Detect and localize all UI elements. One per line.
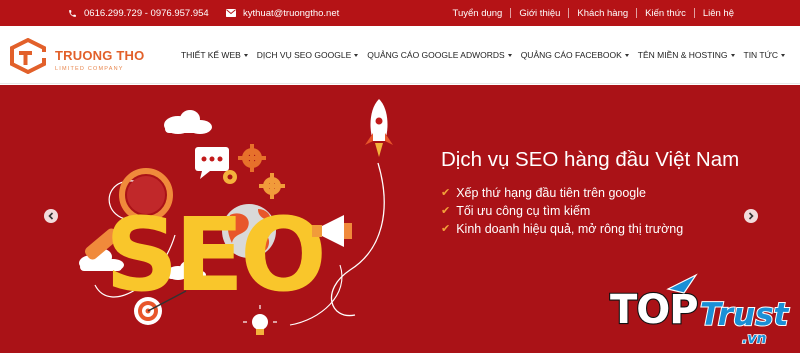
slider-next-button[interactable] bbox=[744, 209, 758, 223]
logo-mark-icon bbox=[10, 38, 46, 74]
top-link-contact[interactable]: Liên hệ bbox=[703, 8, 734, 19]
brand-logo[interactable]: TRUONG THO LIMITED COMPANY bbox=[8, 38, 144, 74]
feature-text: Tối ưu công cụ tìm kiếm bbox=[456, 204, 591, 218]
divider bbox=[693, 8, 695, 18]
feature-text: Xếp thứ hạng đầu tiên trên google bbox=[456, 186, 646, 200]
brand-name: TRUONG THO bbox=[55, 48, 145, 63]
email-text: kythuat@truongtho.net bbox=[243, 7, 340, 19]
caret-down-icon bbox=[624, 53, 629, 57]
main-navbar: TRUONG THO LIMITED COMPANY THIẾT KẾ WEB … bbox=[0, 26, 800, 84]
menu-news[interactable]: TIN TỨC bbox=[743, 50, 785, 60]
envelope-icon bbox=[226, 9, 236, 17]
menu-domain-hosting[interactable]: TÊN MIỀN & HOSTING bbox=[638, 50, 735, 60]
cloud-icon bbox=[164, 110, 212, 134]
menu-label: TÊN MIỀN & HOSTING bbox=[637, 50, 728, 60]
menu-facebook-ads[interactable]: QUẢNG CÁO FACEBOOK bbox=[521, 50, 629, 60]
brand-tagline: LIMITED COMPANY bbox=[55, 66, 124, 72]
top-link-about[interactable]: Giới thiệu bbox=[519, 8, 560, 19]
list-item: ✔ Kinh doanh hiệu quả, mở rông thị trườn… bbox=[441, 220, 683, 238]
menu-label: TIN TỨC bbox=[743, 50, 779, 60]
caret-down-icon bbox=[730, 53, 735, 57]
slider-prev-button[interactable] bbox=[44, 209, 58, 223]
chevron-right-icon bbox=[748, 212, 754, 220]
watermark-top: TOP bbox=[610, 287, 698, 333]
seo-illustration: SEO bbox=[79, 99, 393, 335]
menu-adwords[interactable]: QUẢNG CÁO GOOGLE ADWORDS bbox=[367, 50, 512, 60]
watermark-trust: Trust bbox=[700, 297, 790, 333]
top-link-recruitment[interactable]: Tuyển dụng bbox=[453, 8, 503, 19]
menu-label: DỊCH VỤ SEO GOOGLE bbox=[256, 50, 352, 60]
gear-icon bbox=[223, 170, 237, 184]
hero-feature-list: ✔ Xếp thứ hạng đầu tiên trên google ✔ Tố… bbox=[441, 184, 683, 238]
top-link-customers[interactable]: Khách hàng bbox=[577, 8, 628, 19]
main-menu: THIẾT KẾ WEB DỊCH VỤ SEO GOOGLE QUẢNG CÁ… bbox=[172, 26, 785, 84]
email-contact[interactable]: kythuat@truongtho.net bbox=[226, 0, 339, 26]
check-icon: ✔ bbox=[441, 205, 451, 217]
rocket-icon bbox=[365, 99, 393, 157]
watermark-suffix: .vn bbox=[742, 331, 766, 347]
menu-seo[interactable]: DỊCH VỤ SEO GOOGLE bbox=[256, 50, 359, 60]
caret-down-icon bbox=[507, 53, 512, 57]
seo-art-text: SEO bbox=[105, 196, 323, 315]
caret-down-icon bbox=[781, 53, 785, 57]
divider bbox=[636, 8, 638, 18]
check-icon: ✔ bbox=[441, 187, 451, 199]
top-bar: 0616.299.729 - 0976.957.954 kythuat@truo… bbox=[0, 0, 800, 26]
caret-down-icon bbox=[243, 53, 248, 57]
check-icon: ✔ bbox=[441, 223, 451, 235]
feature-text: Kinh doanh hiệu quả, mở rông thị trường bbox=[456, 222, 684, 236]
gear-icon bbox=[238, 144, 266, 172]
caret-down-icon bbox=[354, 53, 359, 57]
chevron-left-icon bbox=[48, 212, 54, 220]
phone-text: 0616.299.729 - 0976.957.954 bbox=[84, 7, 209, 19]
menu-web-design[interactable]: THIẾT KẾ WEB bbox=[181, 50, 248, 60]
phone-contact[interactable]: 0616.299.729 - 0976.957.954 bbox=[68, 0, 209, 26]
top-link-knowledge[interactable]: Kiến thức bbox=[645, 8, 686, 19]
menu-label: THIẾT KẾ WEB bbox=[180, 50, 241, 60]
list-item: ✔ Xếp thứ hạng đầu tiên trên google bbox=[441, 184, 683, 202]
top-links: Tuyển dụng Giới thiệu Khách hàng Kiến th… bbox=[453, 0, 735, 26]
list-item: ✔ Tối ưu công cụ tìm kiếm bbox=[441, 202, 683, 220]
hero-slider: SEO Dịch vụ SEO hàng đầu Việt Nam ✔ Xếp … bbox=[0, 85, 800, 353]
hero-title: Dịch vụ SEO hàng đầu Việt Nam bbox=[441, 148, 740, 171]
menu-label: QUẢNG CÁO FACEBOOK bbox=[520, 50, 622, 60]
menu-label: QUẢNG CÁO GOOGLE ADWORDS bbox=[367, 50, 505, 60]
divider bbox=[568, 8, 570, 18]
phone-icon bbox=[69, 9, 76, 17]
toptrust-watermark: TOP Trust .vn bbox=[609, 273, 791, 348]
divider bbox=[510, 8, 512, 18]
